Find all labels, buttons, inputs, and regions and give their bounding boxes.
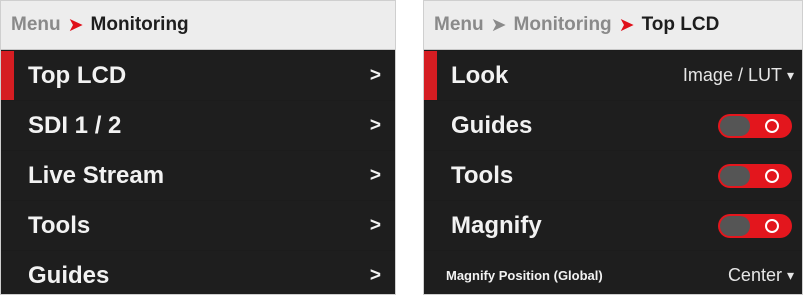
chevron-right-icon: > xyxy=(369,164,381,186)
breadcrumb-separator-icon: ➤ xyxy=(618,14,635,36)
menu-item-label: Live Stream xyxy=(28,161,165,189)
setting-look[interactable]: Look Image / LUT ▾ xyxy=(424,51,802,100)
chevron-right-icon: > xyxy=(369,114,381,136)
chevron-right-icon: > xyxy=(369,214,381,236)
monitoring-menu-panel: Menu ➤ Monitoring Top LCD > SDI 1 / 2 > … xyxy=(0,0,396,295)
toggle-on-icon xyxy=(765,168,779,183)
setting-label: Magnify Position (Global) xyxy=(446,268,603,283)
look-value: Image / LUT xyxy=(682,65,782,85)
setting-label: Magnify xyxy=(451,211,542,239)
setting-label: Guides xyxy=(451,111,533,139)
setting-tools: Tools xyxy=(424,151,802,200)
menu-item-sdi[interactable]: SDI 1 / 2 > xyxy=(1,101,395,150)
menu-item-guides[interactable]: Guides > xyxy=(1,251,395,294)
chevron-right-icon: > xyxy=(369,64,381,86)
breadcrumb-menu[interactable]: Menu xyxy=(11,14,61,36)
toggle-on-icon xyxy=(765,118,779,133)
setting-label: Tools xyxy=(451,161,514,189)
menu-item-label: Top LCD xyxy=(28,61,127,89)
toggle-knob xyxy=(720,215,750,236)
tools-toggle[interactable] xyxy=(718,163,792,188)
top-lcd-settings-panel: Menu ➤ Monitoring ➤ Top LCD Look Image /… xyxy=(423,0,803,295)
breadcrumb-current: Monitoring xyxy=(90,14,189,35)
selection-indicator xyxy=(424,51,437,100)
breadcrumb-monitoring[interactable]: Monitoring xyxy=(514,14,612,36)
selection-indicator xyxy=(1,51,14,100)
menu-item-top-lcd[interactable]: Top LCD > xyxy=(1,51,395,100)
menu-item-tools[interactable]: Tools > xyxy=(1,201,395,250)
breadcrumb: Menu ➤ Monitoring xyxy=(1,1,395,50)
guides-toggle[interactable] xyxy=(718,113,792,138)
chevron-down-icon: ▾ xyxy=(786,267,794,283)
menu-item-label: SDI 1 / 2 xyxy=(28,111,122,139)
toggle-knob xyxy=(720,115,750,136)
magnify-position-dropdown[interactable]: Center ▾ xyxy=(728,265,794,286)
menu-item-label: Guides xyxy=(28,261,110,289)
setting-magnify-position[interactable]: Magnify Position (Global) Center ▾ xyxy=(424,251,802,294)
magnify-toggle[interactable] xyxy=(718,213,792,238)
setting-label: Look xyxy=(451,61,509,89)
breadcrumb-current: Top LCD xyxy=(641,14,720,35)
breadcrumb-separator-icon: ➤ xyxy=(490,14,507,36)
setting-magnify: Magnify xyxy=(424,201,802,250)
setting-guides: Guides xyxy=(424,101,802,150)
breadcrumb: Menu ➤ Monitoring ➤ Top LCD xyxy=(424,1,802,50)
look-dropdown[interactable]: Image / LUT ▾ xyxy=(683,65,794,86)
menu-item-label: Tools xyxy=(28,211,91,239)
toggle-knob xyxy=(720,165,750,186)
breadcrumb-menu[interactable]: Menu xyxy=(434,14,484,36)
breadcrumb-separator-icon: ➤ xyxy=(67,14,84,36)
toggle-on-icon xyxy=(765,218,779,233)
magnify-position-value: Center xyxy=(727,265,782,285)
menu-item-live-stream[interactable]: Live Stream > xyxy=(1,151,395,200)
chevron-right-icon: > xyxy=(369,264,381,286)
chevron-down-icon: ▾ xyxy=(786,67,794,83)
